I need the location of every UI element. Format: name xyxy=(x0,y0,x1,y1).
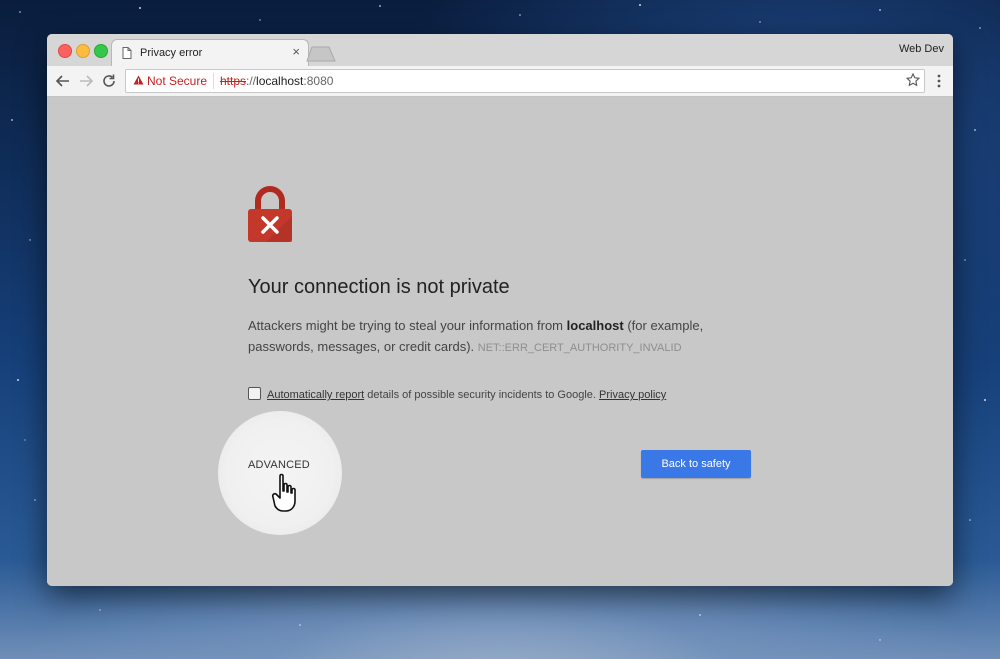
browser-window: Privacy error × Web Dev Not Secure https… xyxy=(47,34,953,586)
lock-error-icon xyxy=(248,186,292,242)
error-description: Attackers might be trying to steal your … xyxy=(248,315,728,359)
tab-title: Privacy error xyxy=(140,47,203,59)
advanced-button[interactable]: ADVANCED xyxy=(248,459,310,471)
reload-icon[interactable] xyxy=(101,73,117,89)
report-checkbox[interactable] xyxy=(248,387,261,400)
back-to-safety-button[interactable]: Back to safety xyxy=(641,450,751,478)
back-arrow-icon[interactable] xyxy=(55,73,71,89)
minimize-window-button[interactable] xyxy=(76,44,90,58)
url-separator: :// xyxy=(246,74,257,88)
security-status-label[interactable]: Not Secure xyxy=(147,74,207,88)
url-scheme: https xyxy=(220,74,247,88)
url-text[interactable]: https://localhost:8080 xyxy=(220,74,333,88)
privacy-policy-link[interactable]: Privacy policy xyxy=(599,389,666,401)
maximize-window-button[interactable] xyxy=(94,44,108,58)
description-host: localhost xyxy=(566,318,624,333)
report-option: Automatically report details of possible… xyxy=(248,387,666,401)
page-title: Your connection is not private xyxy=(248,276,510,298)
page-content: Your connection is not private Attackers… xyxy=(47,97,953,586)
close-window-button[interactable] xyxy=(58,44,72,58)
browser-toolbar: Not Secure https://localhost:8080 xyxy=(47,66,953,97)
automatically-report-link[interactable]: Automatically report xyxy=(267,389,364,401)
forward-arrow-icon[interactable] xyxy=(78,73,94,89)
tab-privacy-error[interactable]: Privacy error × xyxy=(111,39,309,67)
star-icon[interactable] xyxy=(906,73,920,87)
error-code[interactable]: NET::ERR_CERT_AUTHORITY_INVALID xyxy=(478,342,682,354)
description-text: Attackers might be trying to steal your … xyxy=(248,318,567,333)
close-tab-icon[interactable]: × xyxy=(292,44,300,59)
warning-icon xyxy=(133,75,144,85)
report-text: details of possible security incidents t… xyxy=(364,389,600,401)
new-tab-button[interactable] xyxy=(306,46,336,62)
omnibox-divider xyxy=(213,73,214,89)
url-host: localhost xyxy=(256,74,304,88)
hand-cursor-icon xyxy=(271,473,296,512)
tab-bar: Privacy error × Web Dev xyxy=(47,34,953,67)
profile-name[interactable]: Web Dev xyxy=(899,43,944,55)
address-bar[interactable]: Not Secure https://localhost:8080 xyxy=(125,69,925,93)
menu-dots-icon[interactable] xyxy=(937,74,941,88)
document-icon xyxy=(122,47,132,59)
url-port: :8080 xyxy=(303,74,334,88)
